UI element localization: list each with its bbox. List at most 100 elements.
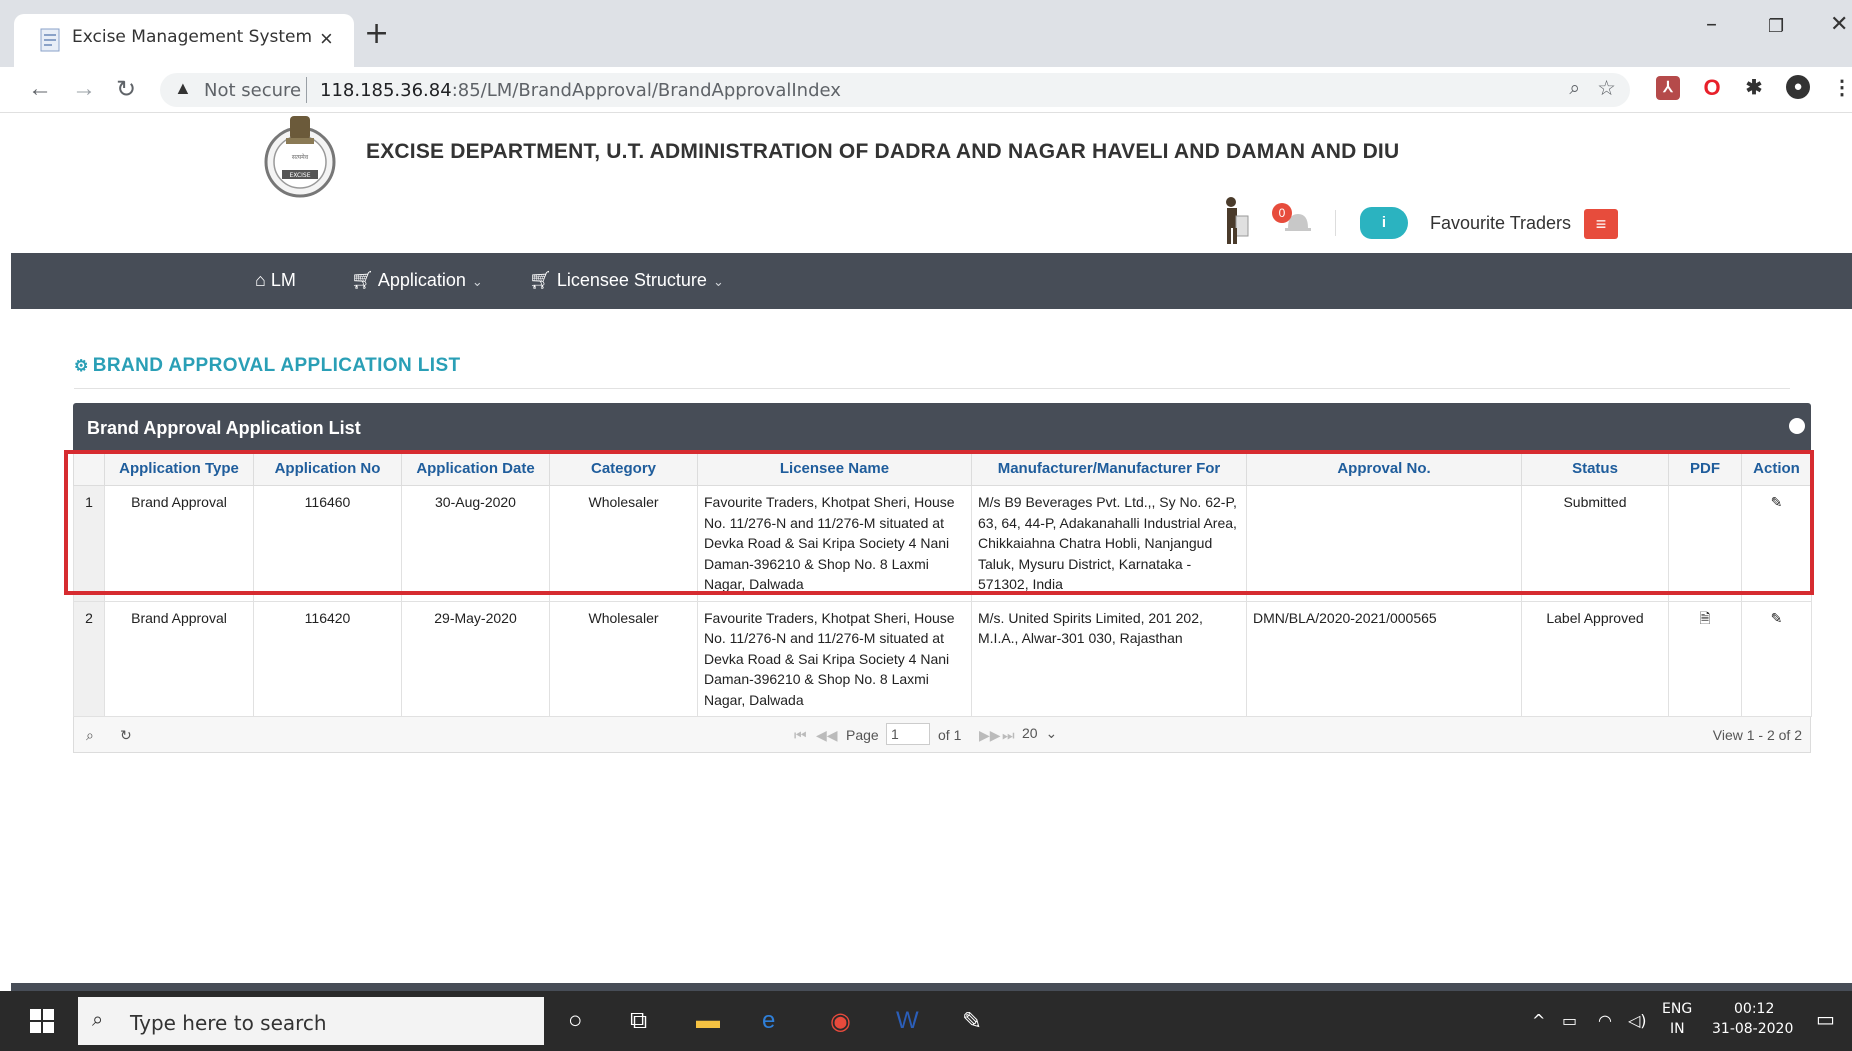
user-name[interactable]: Favourite Traders — [1430, 213, 1571, 234]
cell-category: Wholesaler — [549, 600, 698, 717]
col-header-pdf[interactable]: PDF — [1668, 451, 1742, 486]
svg-text:सत्यमेव: सत्यमेव — [292, 153, 309, 161]
first-page-icon[interactable]: ⏮ — [794, 727, 807, 744]
pdf-extension-icon[interactable]: ⅄ — [1656, 76, 1680, 100]
main-navbar: ⌂ LM 🛒︎ Application ⌄ 🛒︎ Licensee Structu… — [11, 253, 1852, 309]
page-title: ⚙ BRAND APPROVAL APPLICATION LIST — [74, 355, 461, 376]
language-indicator[interactable]: ENG — [1662, 1001, 1692, 1017]
cell-application-type: Brand Approval — [104, 485, 254, 602]
forward-arrow-icon[interactable]: → — [72, 75, 96, 103]
collapse-grid-icon[interactable] — [1789, 418, 1805, 434]
edge-browser-icon[interactable]: e — [762, 1007, 775, 1035]
back-arrow-icon[interactable]: ← — [28, 75, 52, 103]
cell-application-date: 29-May-2020 — [401, 600, 550, 717]
new-tab-button[interactable]: + — [364, 16, 389, 51]
table-header-row: Application Type Application No Applicat… — [73, 451, 1812, 486]
cell-approval-no: DMN/BLA/2020-2021/000565 — [1246, 600, 1522, 717]
close-window-button[interactable]: ✕ — [1830, 12, 1848, 37]
tab-close-icon[interactable]: × — [320, 26, 333, 52]
minimize-button[interactable]: – — [1706, 12, 1717, 37]
col-header-licensee-name[interactable]: Licensee Name — [697, 451, 972, 486]
next-page-icon[interactable]: ▶▶ — [979, 727, 1001, 744]
hamburger-menu-button[interactable]: ≡ — [1584, 209, 1618, 239]
reload-icon[interactable]: ↻ — [116, 75, 136, 104]
edit-icon[interactable]: ✎ — [1771, 610, 1783, 626]
battery-icon[interactable]: ▭ — [1562, 1011, 1577, 1030]
opera-extension-icon[interactable]: O — [1700, 76, 1724, 100]
chrome-browser-icon[interactable]: ◉ — [830, 1007, 851, 1036]
notification-center-icon[interactable]: ▭ — [1816, 1007, 1835, 1031]
windows-start-icon[interactable] — [30, 1009, 54, 1033]
bookmark-star-icon[interactable]: ☆ — [1597, 76, 1616, 101]
cell-application-no: 116420 — [253, 600, 402, 717]
nav-item-lm[interactable]: ⌂ LM — [255, 270, 296, 291]
nav-item-application[interactable]: 🛒︎ Application ⌄ — [351, 270, 483, 291]
volume-icon[interactable]: ◁) — [1628, 1011, 1647, 1030]
page-size-select[interactable]: 20 ⌄ — [1018, 723, 1057, 743]
col-header-category[interactable]: Category — [549, 451, 698, 486]
row-number: 1 — [73, 485, 105, 602]
search-icon: ⌕ — [92, 1009, 104, 1031]
prev-page-icon[interactable]: ◀◀ — [816, 727, 838, 744]
cell-application-date: 30-Aug-2020 — [401, 485, 550, 602]
file-explorer-icon[interactable]: ▬ — [696, 1007, 720, 1035]
col-header-application-date[interactable]: Application Date — [401, 451, 550, 486]
search-placeholder: Type here to search — [130, 1011, 327, 1035]
clock-time[interactable]: 00:12 — [1734, 1001, 1774, 1017]
cell-status: Submitted — [1521, 485, 1669, 602]
refresh-icon[interactable]: ↻ — [120, 727, 132, 744]
col-header-application-type[interactable]: Application Type — [104, 451, 254, 486]
col-header-manufacturer[interactable]: Manufacturer/Manufacturer For — [971, 451, 1247, 486]
search-icon[interactable]: ⌕ — [86, 727, 94, 744]
restore-button[interactable]: ❐ — [1768, 16, 1784, 37]
not-secure-label: Not secure — [204, 80, 302, 101]
page-label: Page — [846, 727, 879, 743]
cell-approval-no — [1246, 485, 1522, 602]
browser-menu-icon[interactable]: ⋮ — [1830, 76, 1852, 100]
last-page-icon[interactable]: ⏭ — [1002, 727, 1015, 744]
col-header-approval-no[interactable]: Approval No. — [1246, 451, 1522, 486]
col-header-action[interactable]: Action — [1741, 451, 1812, 486]
region-indicator[interactable]: IN — [1670, 1021, 1685, 1037]
grid-caption-bar: Brand Approval Application List — [73, 403, 1811, 451]
tray-chevron-icon[interactable]: ^ — [1532, 1011, 1545, 1030]
col-header-rownum — [73, 451, 105, 486]
chevron-down-icon: ⌄ — [712, 274, 724, 289]
cell-status: Label Approved — [1521, 600, 1669, 717]
info-button[interactable]: i — [1360, 207, 1408, 239]
cell-application-type: Brand Approval — [104, 600, 254, 717]
svg-text:EXCISE: EXCISE — [289, 172, 310, 179]
profile-avatar-icon[interactable]: ● — [1786, 75, 1810, 99]
government-emblem-logo: EXCISE सत्यमेव — [264, 116, 336, 198]
wifi-icon[interactable]: ◠ — [1598, 1011, 1612, 1030]
edit-icon[interactable]: ✎ — [1771, 494, 1783, 510]
excise-figure-icon — [1226, 197, 1249, 244]
gears-icon: ⚙ — [74, 358, 89, 375]
clock-date[interactable]: 31-08-2020 — [1712, 1021, 1793, 1037]
col-header-application-no[interactable]: Application No — [253, 451, 402, 486]
col-header-status[interactable]: Status — [1521, 451, 1669, 486]
word-app-icon[interactable]: W — [896, 1007, 919, 1035]
table-row[interactable]: 2 Brand Approval 116420 29-May-2020 Whol… — [73, 600, 1812, 717]
page-count-label: of 1 — [938, 727, 962, 743]
pdf-file-icon[interactable]: 🗎 — [1699, 610, 1710, 626]
notification-count-badge: 0 — [1272, 203, 1292, 223]
taskbar-search-input[interactable]: ⌕ Type here to search — [78, 997, 544, 1045]
task-view-icon[interactable]: ⧉ — [630, 1007, 647, 1035]
cart-icon: 🛒︎ — [351, 270, 378, 290]
zoom-icon[interactable]: ⌕ — [1569, 78, 1580, 100]
extensions-puzzle-icon[interactable]: ✱ — [1742, 76, 1766, 100]
brand-approval-grid: Brand Approval Application List Applicat… — [73, 403, 1812, 753]
tab-title: Excise Management System — [72, 27, 313, 47]
cortana-icon[interactable]: ○ — [568, 1007, 583, 1035]
page-number-input[interactable]: 1 — [886, 723, 930, 745]
home-icon: ⌂ — [255, 270, 271, 290]
table-row[interactable]: 1 Brand Approval 116460 30-Aug-2020 Whol… — [73, 485, 1812, 602]
paint-app-icon[interactable]: ✎ — [962, 1007, 982, 1036]
windows-taskbar: ⌕ Type here to search ○ ⧉ ▬ e ◉ W ✎ ^ ▭ … — [0, 991, 1852, 1051]
nav-item-licensee-structure[interactable]: 🛒︎ Licensee Structure ⌄ — [529, 270, 724, 291]
view-records-text: View 1 - 2 of 2 — [1712, 727, 1802, 743]
url-field[interactable]: ▲ Not secure 118.185.36.84:85/LM/BrandAp… — [160, 73, 1630, 107]
browser-tab[interactable]: Excise Management System × — [14, 14, 354, 67]
address-bar: ← → ↻ ▲ Not secure 118.185.36.84:85/LM/B… — [0, 67, 1852, 113]
